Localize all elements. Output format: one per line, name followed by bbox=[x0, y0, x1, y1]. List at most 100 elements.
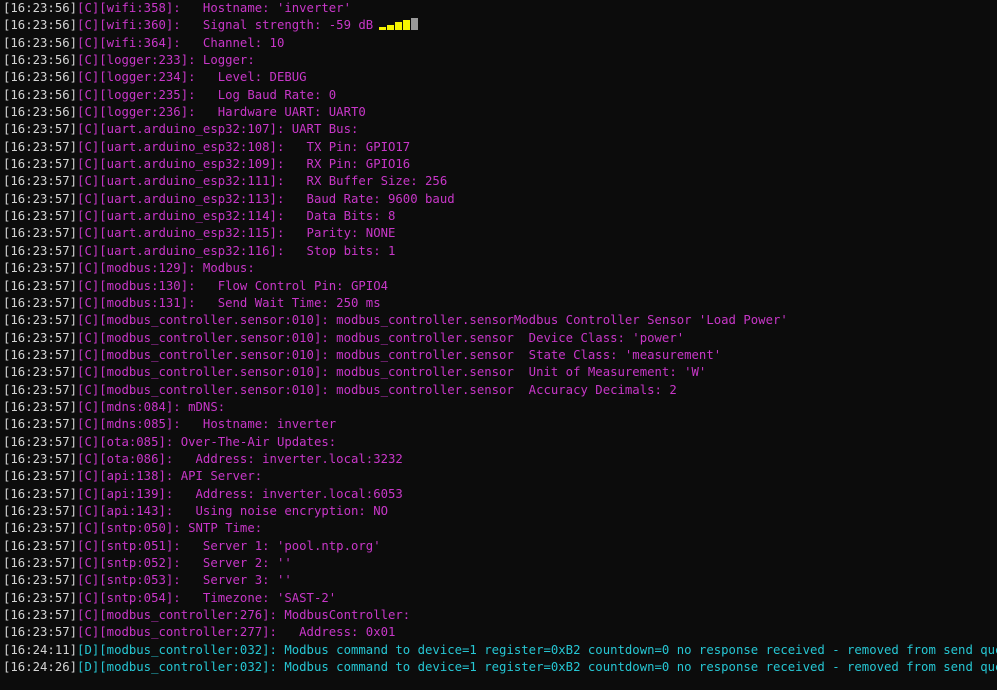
log-line: [16:23:56][C][logger:233]: Logger: bbox=[0, 52, 997, 69]
log-level: [C] bbox=[77, 139, 100, 154]
log-line: [16:23:57][C][api:139]: Address: inverte… bbox=[0, 486, 997, 503]
log-timestamp: [16:23:57] bbox=[3, 538, 78, 553]
log-level: [D] bbox=[77, 660, 100, 675]
log-level: [C] bbox=[77, 365, 100, 380]
log-level: [C] bbox=[77, 122, 100, 137]
log-line: [16:23:56][C][wifi:364]: Channel: 10 bbox=[0, 35, 997, 52]
log-line: [16:23:57][C][uart.arduino_esp32:113]: B… bbox=[0, 191, 997, 208]
log-message: [sntp:054]: Timezone: 'SAST-2' bbox=[99, 590, 337, 605]
log-message: [wifi:360]: Signal strength: -59 dB bbox=[99, 18, 374, 33]
log-message: [modbus:131]: Send Wait Time: 250 ms bbox=[99, 295, 381, 310]
log-line: [16:23:57][C][api:138]: API Server: bbox=[0, 468, 997, 485]
log-timestamp: [16:23:57] bbox=[3, 157, 78, 172]
log-line: [16:23:57][C][mdns:085]: Hostname: inver… bbox=[0, 416, 997, 433]
log-timestamp: [16:23:57] bbox=[3, 313, 78, 328]
log-line: [16:23:57][C][uart.arduino_esp32:115]: P… bbox=[0, 225, 997, 242]
log-line: [16:23:57][C][uart.arduino_esp32:116]: S… bbox=[0, 243, 997, 260]
log-level: [C] bbox=[77, 521, 100, 536]
log-message: [wifi:364]: Channel: 10 bbox=[99, 35, 285, 50]
log-level: [C] bbox=[77, 538, 100, 553]
log-timestamp: [16:23:57] bbox=[3, 365, 78, 380]
log-timestamp: [16:23:57] bbox=[3, 503, 78, 518]
log-timestamp: [16:24:26] bbox=[3, 660, 78, 675]
log-timestamp: [16:23:56] bbox=[3, 70, 78, 85]
log-line: [16:23:57][C][sntp:053]: Server 3: '' bbox=[0, 572, 997, 589]
log-timestamp: [16:23:56] bbox=[3, 35, 78, 50]
log-level: [C] bbox=[77, 434, 100, 449]
log-message: [api:139]: Address: inverter.local:6053 bbox=[99, 486, 403, 501]
log-message: [mdns:085]: Hostname: inverter bbox=[99, 417, 337, 432]
log-timestamp: [16:23:57] bbox=[3, 521, 78, 536]
log-timestamp: [16:23:57] bbox=[3, 417, 78, 432]
log-line: [16:23:57][C][modbus_controller.sensor:0… bbox=[0, 382, 997, 399]
log-timestamp: [16:23:56] bbox=[3, 1, 78, 15]
log-message: [modbus:129]: Modbus: bbox=[99, 261, 255, 276]
signal-bar-3b bbox=[403, 20, 411, 31]
log-timestamp: [16:23:57] bbox=[3, 330, 78, 345]
log-timestamp: [16:23:57] bbox=[3, 399, 78, 414]
log-console[interactable]: [16:23:56][C][wifi:358]: Hostname: 'inve… bbox=[0, 0, 997, 690]
log-level: [C] bbox=[77, 503, 100, 518]
log-line: [16:23:57][C][ota:085]: Over-The-Air Upd… bbox=[0, 434, 997, 451]
log-line: [16:23:56][C][logger:236]: Hardware UART… bbox=[0, 104, 997, 121]
log-line: [16:23:57][C][modbus_controller.sensor:0… bbox=[0, 364, 997, 381]
log-timestamp: [16:24:11] bbox=[3, 642, 78, 657]
log-line: [16:23:57][C][modbus:129]: Modbus: bbox=[0, 260, 997, 277]
log-level: [C] bbox=[77, 486, 100, 501]
log-level: [C] bbox=[77, 157, 100, 172]
log-message: [sntp:050]: SNTP Time: bbox=[99, 521, 263, 536]
log-level: [C] bbox=[77, 295, 100, 310]
log-level: [C] bbox=[77, 625, 100, 640]
log-level: [C] bbox=[77, 18, 100, 33]
log-level: [C] bbox=[77, 417, 100, 432]
signal-bar-2 bbox=[387, 25, 395, 31]
log-timestamp: [16:23:56] bbox=[3, 105, 78, 120]
log-timestamp: [16:23:56] bbox=[3, 53, 78, 68]
log-line: [16:24:11][D][modbus_controller:032]: Mo… bbox=[0, 642, 997, 659]
log-timestamp: [16:23:56] bbox=[3, 18, 78, 33]
log-line: [16:23:57][C][uart.arduino_esp32:111]: R… bbox=[0, 173, 997, 190]
log-timestamp: [16:23:57] bbox=[3, 261, 78, 276]
log-line: [16:23:56][C][logger:234]: Level: DEBUG bbox=[0, 69, 997, 86]
log-level: [C] bbox=[77, 556, 100, 570]
signal-strength-icon bbox=[379, 18, 419, 31]
log-level: [C] bbox=[77, 573, 100, 588]
signal-bar-3 bbox=[395, 22, 403, 31]
log-level: [C] bbox=[77, 1, 100, 15]
log-timestamp: [16:23:57] bbox=[3, 469, 78, 484]
log-message: [modbus_controller.sensor:010]: modbus_c… bbox=[99, 347, 722, 362]
log-line: [16:23:57][C][modbus_controller:276]: Mo… bbox=[0, 607, 997, 624]
log-line: [16:24:26][D][modbus_controller:032]: Mo… bbox=[0, 659, 997, 676]
log-level: [C] bbox=[77, 608, 100, 623]
log-message: [uart.arduino_esp32:115]: Parity: NONE bbox=[99, 226, 396, 241]
log-level: [C] bbox=[77, 261, 100, 276]
log-timestamp: [16:23:57] bbox=[3, 347, 78, 362]
log-message: [modbus_controller:032]: Modbus command … bbox=[99, 642, 997, 657]
log-timestamp: [16:23:57] bbox=[3, 278, 78, 293]
log-level: [C] bbox=[77, 330, 100, 345]
log-message: [logger:233]: Logger: bbox=[99, 53, 255, 68]
log-timestamp: [16:23:57] bbox=[3, 486, 78, 501]
log-timestamp: [16:23:57] bbox=[3, 243, 78, 258]
log-line: [16:23:57][C][uart.arduino_esp32:108]: T… bbox=[0, 139, 997, 156]
log-line: [16:23:57][C][uart.arduino_esp32:109]: R… bbox=[0, 156, 997, 173]
log-line: [16:23:57][C][sntp:050]: SNTP Time: bbox=[0, 520, 997, 537]
log-message: [modbus_controller:032]: Modbus command … bbox=[99, 660, 997, 675]
log-message: [wifi:358]: Hostname: 'inverter' bbox=[99, 1, 351, 15]
log-message: [modbus_controller:277]: Address: 0x01 bbox=[99, 625, 396, 640]
log-timestamp: [16:23:56] bbox=[3, 87, 78, 102]
log-message: [ota:086]: Address: inverter.local:3232 bbox=[99, 451, 403, 466]
log-message: [uart.arduino_esp32:111]: RX Buffer Size… bbox=[99, 174, 448, 189]
log-message: [sntp:053]: Server 3: '' bbox=[99, 573, 292, 588]
log-line: [16:23:57][C][uart.arduino_esp32:107]: U… bbox=[0, 121, 997, 138]
log-message: [uart.arduino_esp32:114]: Data Bits: 8 bbox=[99, 209, 396, 224]
log-level: [C] bbox=[77, 382, 100, 397]
log-message: [sntp:051]: Server 1: 'pool.ntp.org' bbox=[99, 538, 381, 553]
log-level: [C] bbox=[77, 590, 100, 605]
log-level: [C] bbox=[77, 451, 100, 466]
log-message: [logger:236]: Hardware UART: UART0 bbox=[99, 105, 366, 120]
log-message: [modbus_controller.sensor:010]: modbus_c… bbox=[99, 330, 685, 345]
log-line: [16:23:57][C][ota:086]: Address: inverte… bbox=[0, 451, 997, 468]
log-level: [C] bbox=[77, 469, 100, 484]
log-message: [uart.arduino_esp32:107]: UART Bus: bbox=[99, 122, 359, 137]
